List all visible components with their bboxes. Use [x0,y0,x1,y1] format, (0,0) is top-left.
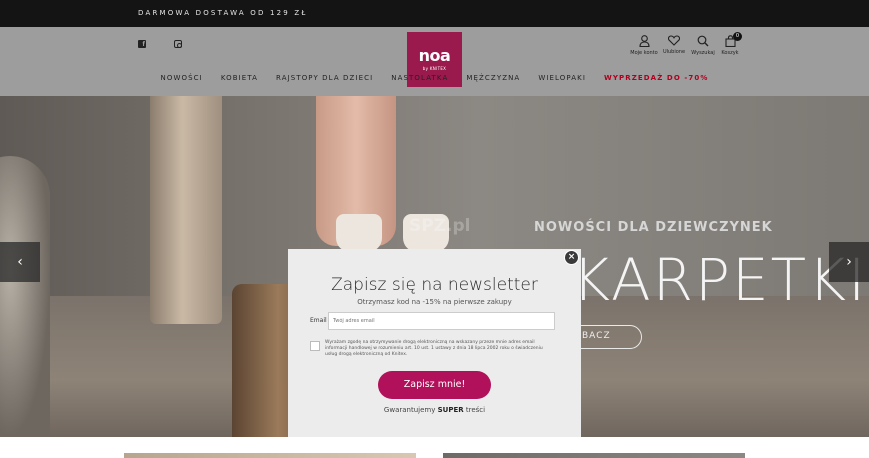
hero-subtitle: NOWOŚCI DLA DZIEWCZYNEK [534,220,773,235]
modal-footer-pre: Gwarantujemy [383,406,436,414]
search-label: Wyszukaj [691,50,715,56]
logo-sub: by KNITEX [422,66,447,71]
consent-checkbox[interactable] [310,341,320,351]
consent-text: Wyrażam zgodę na otrzymywanie drogą elek… [325,340,543,357]
facebook-icon[interactable]: f [138,40,146,48]
nav-item-wyprzedaz[interactable]: WYPRZEDAŻ DO -70% [604,74,708,82]
modal-subtitle: Otrzymasz kod na -15% na pierwsze zakupy [357,298,512,306]
favorites-label: Ulubione [662,49,686,55]
account-label: Moje konto [630,50,658,56]
nav-item-kobieta[interactable]: KOBIETA [221,74,258,82]
slider-prev-arrow-icon[interactable]: ‹ [0,242,40,282]
subscribe-button[interactable]: Zapisz mnie! [378,371,491,399]
hero-sock-left [336,214,382,252]
user-icon [638,35,650,47]
main-nav: NOWOŚCI KOBIETA RAJSTOPY DLA DZIECI NAST… [0,74,869,82]
instagram-icon[interactable] [174,40,182,48]
nav-item-nastolatka[interactable]: NASTOLATKA [391,74,448,82]
modal-title: Zapisz się na newsletter [331,275,538,295]
modal-footer: Gwarantujemy SUPER treści [288,406,581,414]
hero-pillar [150,96,222,324]
search-button[interactable]: Wyszukaj [688,35,718,56]
category-thumb-right[interactable] [443,453,745,458]
site-header: f noa by KNITEX Moje konto Ulubione Wysz… [0,27,869,96]
nav-item-nowosci[interactable]: NOWOŚCI [161,74,203,82]
modal-footer-post: treści [465,406,486,414]
hero-statue [0,156,50,437]
close-icon[interactable]: × [564,250,579,265]
search-icon [697,35,709,47]
favorites-button[interactable]: Ulubione [659,35,689,55]
newsletter-modal: Zapisz się na newsletter Otrzymasz kod n… [288,249,581,437]
modal-footer-bold: SUPER [437,406,464,414]
account-button[interactable]: Moje konto [629,35,659,56]
nav-item-wielopaki[interactable]: WIELOPAKI [538,74,586,82]
bottom-section [0,437,869,458]
free-shipping-text: DARMOWA DOSTAWA OD 129 ZŁ [138,9,308,17]
cart-label: Koszyk [721,50,739,56]
hero-title: KARPETKI [572,246,868,314]
cart-button[interactable]: 0 Koszyk [715,32,745,56]
top-promo-bar: DARMOWA DOSTAWA OD 129 ZŁ [0,0,869,27]
cart-count-badge: 0 [733,32,742,41]
email-field[interactable] [328,312,555,330]
nav-item-mezczyzna[interactable]: MĘŻCZYZNA [466,74,520,82]
heart-icon [668,35,680,46]
logo-brand: noa [418,46,451,65]
nav-item-rajstopy-dla-dzieci[interactable]: RAJSTOPY DLA DZIECI [276,74,373,82]
email-label: Email [310,317,327,324]
category-thumb-left[interactable] [124,453,416,458]
watermark: SPZ.pl [409,216,471,236]
slider-next-arrow-icon[interactable]: › [829,242,869,282]
